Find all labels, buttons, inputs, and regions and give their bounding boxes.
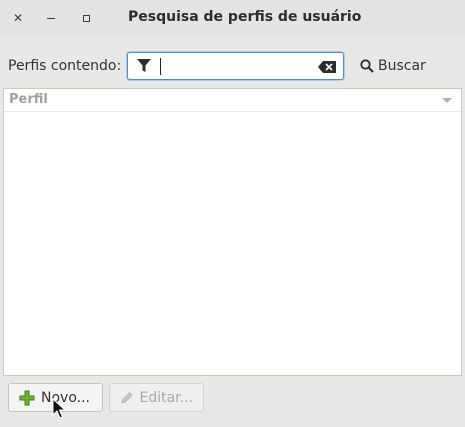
search-button-label: Buscar	[378, 58, 426, 74]
magnifier-icon	[360, 59, 374, 73]
search-button[interactable]: Buscar	[352, 52, 434, 80]
filter-icon	[137, 59, 151, 72]
clear-icon[interactable]	[318, 61, 336, 73]
pencil-icon	[121, 391, 133, 403]
column-header-perfil[interactable]: Perfil	[9, 92, 48, 107]
window-title: Pesquisa de perfis de usuário	[128, 9, 362, 25]
profile-list[interactable]: Perfil	[3, 88, 462, 376]
maximize-icon[interactable]	[77, 9, 95, 27]
sort-arrow-icon[interactable]	[442, 98, 452, 103]
search-label: Perfis contendo:	[8, 58, 122, 74]
close-icon[interactable]: ✕	[9, 9, 27, 27]
titlebar: ✕ Pesquisa de perfis de usuário	[0, 0, 465, 36]
search-input[interactable]	[127, 52, 344, 80]
minimize-icon[interactable]	[42, 9, 60, 27]
edit-button[interactable]: Editar...	[109, 383, 204, 412]
edit-button-label: Editar...	[139, 389, 193, 406]
plus-icon	[19, 390, 35, 405]
text-caret	[160, 58, 161, 75]
list-header: Perfil	[4, 89, 461, 112]
user-profile-search-dialog: ✕ Pesquisa de perfis de usuário Perfis c…	[0, 0, 465, 427]
mouse-cursor-icon	[52, 398, 66, 419]
